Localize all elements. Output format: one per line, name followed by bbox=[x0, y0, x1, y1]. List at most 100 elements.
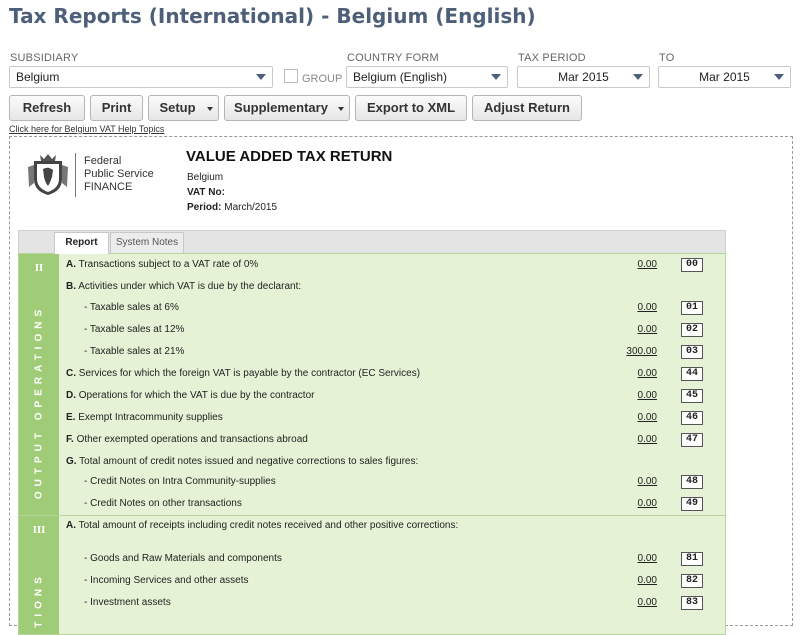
print-button[interactable]: Print bbox=[90, 95, 143, 121]
tax-period-label: TAX PERIOD bbox=[518, 52, 586, 64]
row-box-code: 49 bbox=[681, 497, 703, 511]
row-box-code: 48 bbox=[681, 475, 703, 489]
tax-period-select[interactable]: Mar 2015 bbox=[517, 66, 650, 88]
row-box-code: 47 bbox=[681, 433, 703, 447]
row-prefix: A. bbox=[66, 520, 76, 531]
row-box-code: 44 bbox=[681, 367, 703, 381]
row-label-text: - Credit Notes on other transactions bbox=[84, 498, 242, 509]
row-label: A. Total amount of receipts including cr… bbox=[66, 520, 486, 532]
row-label: - Goods and Raw Materials and components bbox=[84, 553, 282, 564]
export-xml-button[interactable]: Export to XML bbox=[355, 95, 467, 121]
row-label: G. Total amount of credit notes issued a… bbox=[66, 456, 418, 467]
row-amount-link[interactable]: 300.00 bbox=[626, 346, 657, 357]
row-amount-link[interactable]: 0.00 bbox=[638, 412, 657, 423]
supplementary-button[interactable]: Supplementary bbox=[224, 95, 350, 121]
row-prefix: C. bbox=[66, 368, 76, 379]
row-label-text: Services for which the foreign VAT is pa… bbox=[79, 368, 420, 379]
country-form-label: COUNTRY FORM bbox=[347, 52, 439, 64]
row-label-text: Total amount of receipts including credi… bbox=[79, 520, 459, 531]
table-row: - Credit Notes on other transactions 0.00… bbox=[66, 497, 706, 513]
row-prefix: A. bbox=[66, 259, 76, 270]
table-row: G. Total amount of credit notes issued a… bbox=[66, 455, 706, 471]
chevron-down-icon bbox=[256, 74, 266, 80]
row-label: - Taxable sales at 21% bbox=[84, 346, 184, 357]
row-amount-link[interactable]: 0.00 bbox=[638, 553, 657, 564]
table-row: - Investment assets 0.00 83 bbox=[66, 596, 706, 612]
row-amount-link[interactable]: 0.00 bbox=[638, 390, 657, 401]
row-amount-link[interactable]: 0.00 bbox=[638, 498, 657, 509]
table-row: - Credit Notes on Intra Community-suppli… bbox=[66, 475, 706, 491]
supplementary-button-label: Supplementary bbox=[234, 100, 328, 115]
row-amount-link[interactable]: 0.00 bbox=[638, 434, 657, 445]
row-amount-link[interactable]: 0.00 bbox=[638, 302, 657, 313]
row-box-code: 03 bbox=[681, 345, 703, 359]
row-box-code: 81 bbox=[681, 552, 703, 566]
row-label-text: - Investment assets bbox=[84, 597, 171, 608]
row-label: - Taxable sales at 12% bbox=[84, 324, 184, 335]
row-label-text: Total amount of credit notes issued and … bbox=[79, 456, 418, 467]
table-row: D. Operations for which the VAT is due b… bbox=[66, 389, 706, 405]
row-label-text: - Incoming Services and other assets bbox=[84, 575, 249, 586]
row-label-text: Transactions subject to a VAT rate of 0% bbox=[79, 259, 259, 270]
row-label-text: Exempt Intracommunity supplies bbox=[78, 412, 223, 423]
row-label-text: - Taxable sales at 6% bbox=[84, 302, 179, 313]
table-row: - Taxable sales at 6%0.0001 bbox=[66, 301, 706, 317]
row-label: - Incoming Services and other assets bbox=[84, 575, 249, 586]
table-row: - Taxable sales at 12% 0.00 02 bbox=[66, 323, 706, 339]
logo-text: Federal Public Service FINANCE bbox=[84, 155, 154, 194]
row-box-code: 02 bbox=[681, 323, 703, 337]
period-line: Period: March/2015 bbox=[187, 202, 277, 213]
row-amount-link[interactable]: 0.00 bbox=[638, 259, 657, 270]
row-label-text: Operations for which the VAT is due by t… bbox=[79, 390, 315, 401]
adjust-return-button[interactable]: Adjust Return bbox=[472, 95, 582, 121]
chevron-down-icon bbox=[774, 74, 784, 80]
row-amount-link[interactable]: 0.00 bbox=[638, 324, 657, 335]
refresh-button[interactable]: Refresh bbox=[9, 95, 85, 121]
tax-period-value: Mar 2015 bbox=[558, 70, 609, 84]
row-amount-link[interactable]: 0.00 bbox=[638, 597, 657, 608]
row-amount-link[interactable]: 0.00 bbox=[638, 575, 657, 586]
country-form-value: Belgium (English) bbox=[353, 70, 447, 84]
setup-button[interactable]: Setup bbox=[148, 95, 219, 121]
row-label-text: - Credit Notes on Intra Community-suppli… bbox=[84, 476, 276, 487]
row-label: - Credit Notes on Intra Community-suppli… bbox=[84, 476, 276, 487]
chevron-down-icon bbox=[338, 107, 344, 111]
row-amount-link[interactable]: 0.00 bbox=[638, 368, 657, 379]
chevron-down-icon bbox=[491, 74, 501, 80]
table-row: - Goods and Raw Materials and components… bbox=[66, 552, 706, 568]
table-row: B. Activities under which VAT is due by … bbox=[66, 280, 706, 296]
row-label-text: Other exempted operations and transactio… bbox=[77, 434, 308, 445]
setup-button-label: Setup bbox=[159, 100, 195, 115]
country-form-select[interactable]: Belgium (English) bbox=[346, 66, 508, 88]
tab-system-notes[interactable]: System Notes bbox=[110, 232, 184, 253]
subsidiary-select[interactable]: Belgium bbox=[9, 66, 273, 88]
country-line: Belgium bbox=[187, 172, 223, 183]
subsidiary-value: Belgium bbox=[16, 70, 59, 84]
subsidiary-label: SUBSIDIARY bbox=[10, 52, 78, 64]
row-label-text: - Taxable sales at 12% bbox=[84, 324, 184, 335]
page-title: Tax Reports (International) - Belgium (E… bbox=[9, 4, 536, 28]
row-label-text: - Taxable sales at 21% bbox=[84, 346, 184, 357]
table-row: - Incoming Services and other assets 0.00… bbox=[66, 574, 706, 590]
row-box-code: 00 bbox=[681, 258, 703, 272]
chevron-down-icon bbox=[207, 107, 213, 111]
to-period-select[interactable]: Mar 2015 bbox=[658, 66, 791, 88]
row-label: D. Operations for which the VAT is due b… bbox=[66, 390, 314, 401]
row-prefix: B. bbox=[66, 281, 76, 292]
period-value: March/2015 bbox=[224, 202, 277, 213]
row-label: - Credit Notes on other transactions bbox=[84, 498, 242, 509]
row-box-code: 83 bbox=[681, 596, 703, 610]
help-topics-link[interactable]: Click here for Belgium VAT Help Topics bbox=[9, 124, 164, 134]
group-label: GROUP bbox=[302, 73, 342, 85]
row-amount-link[interactable]: 0.00 bbox=[638, 476, 657, 487]
logo-divider bbox=[75, 153, 76, 197]
row-box-code: 82 bbox=[681, 574, 703, 588]
table-row: A. Total amount of receipts including cr… bbox=[66, 519, 706, 547]
return-title: VALUE ADDED TAX RETURN bbox=[186, 148, 392, 165]
tab-report[interactable]: Report bbox=[54, 232, 109, 254]
section-vertical-label: OUTPUT OPERATIONS bbox=[34, 305, 45, 499]
row-label-text: Activities under which VAT is due by the… bbox=[78, 281, 301, 292]
group-checkbox[interactable] bbox=[284, 69, 298, 83]
row-label: C. Services for which the foreign VAT is… bbox=[66, 368, 420, 379]
belgium-coat-of-arms-logo bbox=[26, 153, 70, 197]
